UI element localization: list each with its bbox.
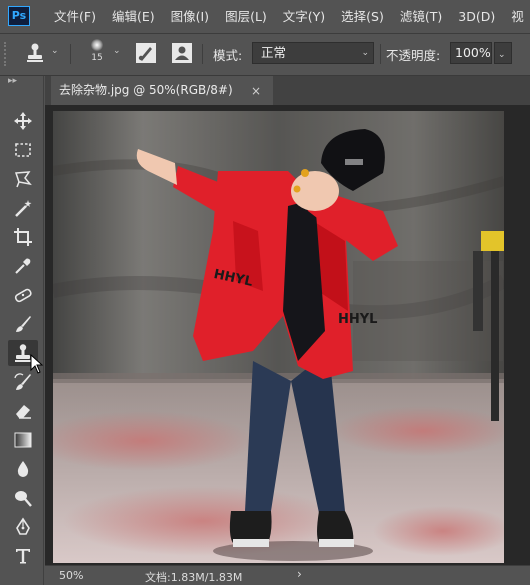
status-bar: 50% 文档:1.83M/1.83M › (45, 565, 530, 585)
polygonal-lasso-icon (14, 171, 32, 188)
eyedropper-tool[interactable] (8, 253, 38, 279)
menu-3d[interactable]: 3D(D) (450, 0, 503, 33)
tool-preset-picker[interactable] (24, 42, 46, 67)
gradient-icon (14, 432, 32, 448)
brush-size-value: 15 (91, 53, 103, 63)
opacity-chevron-down-icon: ⌄ (498, 50, 506, 60)
brush-tip-icon (91, 39, 103, 51)
brush-settings-button[interactable] (135, 42, 157, 67)
clone-source-button[interactable] (171, 42, 193, 67)
brush-icon (16, 316, 31, 332)
gradient-tool[interactable] (8, 427, 38, 453)
marquee-tool[interactable] (8, 137, 38, 163)
zoom-level[interactable]: 50% (59, 569, 83, 582)
move-icon (14, 112, 32, 130)
mode-label: 模式: (213, 48, 243, 63)
mode-value: 正常 (261, 45, 287, 60)
eyedropper-icon (15, 258, 31, 274)
pen-icon (16, 517, 30, 535)
dodge-icon (15, 491, 32, 507)
collapse-toolbox-icon[interactable]: ▸▸ (8, 76, 17, 86)
menu-bar: Ps 文件(F) 编辑(E) 图像(I) 图层(L) 文字(Y) 选择(S) 滤… (0, 0, 530, 34)
dodge-tool[interactable] (8, 485, 38, 511)
bandage-icon (14, 288, 32, 303)
menu-layer[interactable]: 图层(L) (217, 0, 275, 33)
status-menu-arrow-icon[interactable]: › (297, 567, 302, 581)
brush-tool[interactable] (8, 311, 38, 337)
document-tab-bar: 去除杂物.jpg @ 50%(RGB/8#) (45, 76, 530, 105)
divider (380, 44, 381, 64)
document-tab[interactable]: 去除杂物.jpg @ 50%(RGB/8#) (51, 76, 273, 105)
toolbox: ▸▸ (0, 76, 44, 585)
clone-stamp-icon (27, 43, 43, 62)
photoshop-logo: Ps (8, 6, 30, 26)
jacket-print-right: HHYL (338, 312, 377, 327)
lasso-tool[interactable] (8, 166, 38, 192)
rectangle-marquee-icon (15, 143, 31, 157)
document-size-info: 文档:1.83M/1.83M (145, 571, 243, 584)
move-tool[interactable] (8, 108, 38, 134)
menu-select[interactable]: 选择(S) (333, 0, 392, 33)
opacity-dropdown[interactable]: ⌄ (494, 42, 512, 64)
brush-chevron-down-icon[interactable]: ⌄ (113, 46, 121, 56)
magic-wand-icon (15, 200, 32, 217)
type-icon (16, 549, 30, 564)
opacity-label: 不透明度: (386, 48, 441, 63)
history-brush-icon (14, 373, 31, 390)
options-grip[interactable] (4, 42, 8, 66)
divider (70, 44, 71, 64)
magic-wand-tool[interactable] (8, 195, 38, 221)
opacity-input[interactable]: 100% (450, 42, 492, 64)
type-tool[interactable] (8, 543, 38, 569)
clone-source-icon (172, 43, 192, 63)
canvas-area[interactable]: HHYL HHYL (45, 105, 530, 565)
pen-tool[interactable] (8, 514, 38, 540)
mode-chevron-down-icon: ⌄ (361, 48, 369, 58)
eraser-tool[interactable] (8, 398, 38, 424)
blur-tool[interactable] (8, 456, 38, 482)
brush-settings-icon (136, 43, 156, 63)
menu-edit[interactable]: 编辑(E) (104, 0, 163, 33)
brush-size-picker[interactable]: 15 (86, 39, 108, 69)
opacity-value: 100% (455, 45, 491, 60)
water-drop-icon (17, 461, 29, 477)
mode-select[interactable]: 正常 ⌄ (252, 42, 374, 64)
history-brush-tool[interactable] (8, 369, 38, 395)
healing-brush-tool[interactable] (8, 282, 38, 308)
options-bar: ⌄ 15 ⌄ 模式: 正常 ⌄ 不透明度: 100% ⌄ (0, 34, 530, 76)
menu-list: 文件(F) 编辑(E) 图像(I) 图层(L) 文字(Y) 选择(S) 滤镜(T… (46, 0, 530, 33)
crop-icon (14, 228, 32, 246)
menu-image[interactable]: 图像(I) (163, 0, 217, 33)
menu-view[interactable]: 视 (503, 0, 530, 33)
document-tab-title: 去除杂物.jpg @ 50%(RGB/8#) (59, 83, 233, 97)
document-canvas[interactable]: HHYL HHYL (53, 111, 504, 563)
photo-boy-red-jacket: HHYL HHYL (53, 111, 504, 563)
crop-tool[interactable] (8, 224, 38, 250)
tab-close-icon[interactable]: × (251, 84, 261, 98)
preset-chevron-down-icon[interactable]: ⌄ (51, 46, 59, 56)
menu-file[interactable]: 文件(F) (46, 0, 104, 33)
menu-type[interactable]: 文字(Y) (275, 0, 333, 33)
divider (202, 44, 203, 64)
menu-filter[interactable]: 滤镜(T) (392, 0, 450, 33)
eraser-icon (16, 405, 31, 419)
